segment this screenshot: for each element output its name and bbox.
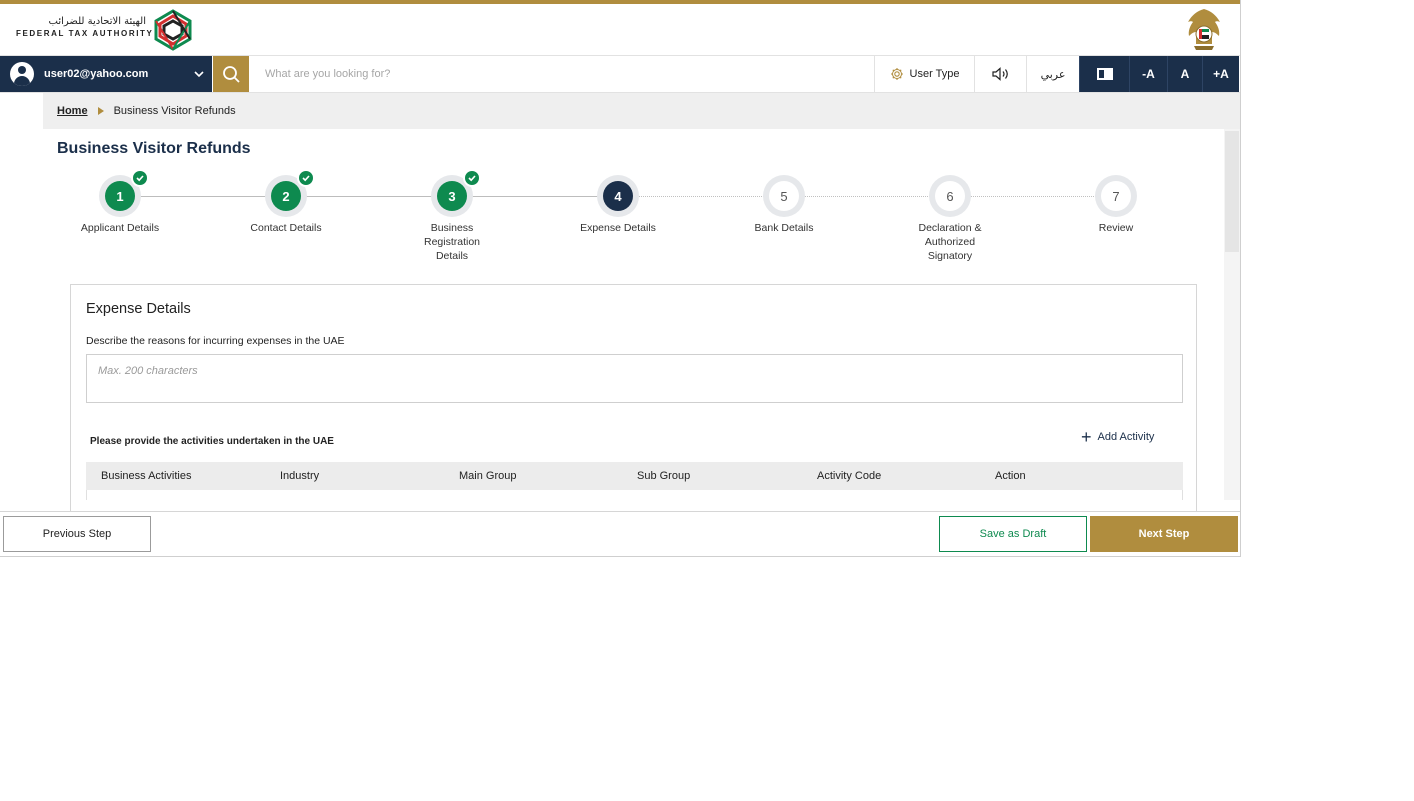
font-normal-button[interactable]: A xyxy=(1167,56,1202,92)
column-header: Action xyxy=(995,470,1026,482)
contrast-icon xyxy=(1096,68,1113,80)
check-icon xyxy=(297,169,315,187)
step-circle-ring: 4 xyxy=(597,175,639,217)
font-increase-button[interactable]: +A xyxy=(1202,56,1239,92)
column-header: Sub Group xyxy=(637,470,691,482)
step-business-registration-details[interactable]: 3 Business Registration Details xyxy=(382,169,522,263)
activities-table-body xyxy=(86,490,1183,500)
reason-label: Describe the reasons for incurring expen… xyxy=(86,335,345,347)
search-button[interactable] xyxy=(213,56,249,92)
step-circle-ring: 7 xyxy=(1095,175,1137,217)
logo-arabic-text: الهيئة الاتحادية للضرائب xyxy=(48,16,146,27)
step-connector-pending xyxy=(618,196,1116,197)
check-icon xyxy=(463,169,481,187)
section-title: Expense Details xyxy=(86,301,191,317)
step-number: 6 xyxy=(935,181,965,211)
next-step-button[interactable]: Next Step xyxy=(1090,516,1238,552)
step-circle-ring: 1 xyxy=(99,169,149,217)
step-bank-details[interactable]: 5 Bank Details xyxy=(714,175,854,235)
step-expense-details[interactable]: 4 Expense Details xyxy=(548,175,688,235)
column-header: Activity Code xyxy=(817,470,882,482)
font-decrease-button[interactable]: -A xyxy=(1129,56,1167,92)
fta-logo-icon[interactable] xyxy=(150,7,196,53)
add-activity-label: Add Activity xyxy=(1097,431,1155,443)
uae-emblem-icon xyxy=(1188,9,1220,50)
search-input[interactable] xyxy=(250,56,874,92)
step-declaration-authorized-signatory[interactable]: 6 Declaration & Authorized Signatory xyxy=(880,175,1020,263)
step-label: Expense Details xyxy=(580,222,656,234)
form-footer: Previous Step Save as Draft Next Step xyxy=(0,511,1240,556)
app-window: الهيئة الاتحادية للضرائب FEDERAL TAX AUT… xyxy=(0,0,1241,557)
progress-stepper: 1 Applicant Details 2 Contact Details 3 … xyxy=(0,169,1220,270)
step-number: 4 xyxy=(603,181,633,211)
user-type-label: User Type xyxy=(909,68,960,80)
step-circle-ring: 2 xyxy=(265,169,315,217)
step-label: Review xyxy=(1098,222,1134,234)
language-toggle[interactable]: عربي xyxy=(1026,56,1079,92)
step-number: 3 xyxy=(437,181,467,211)
search-icon xyxy=(223,66,240,83)
page-title: Business Visitor Refunds xyxy=(57,140,251,157)
breadcrumb-arrow-icon xyxy=(97,107,104,115)
user-type-button[interactable]: User Type xyxy=(874,56,974,92)
user-email: user02@yahoo.com xyxy=(44,68,149,80)
add-activity-button[interactable]: + Add Activity xyxy=(1081,427,1155,447)
step-label: Applicant Details xyxy=(80,222,160,234)
user-avatar-icon xyxy=(10,62,34,86)
step-label: Bank Details xyxy=(754,222,814,234)
step-number: 1 xyxy=(105,181,135,211)
previous-step-button[interactable]: Previous Step xyxy=(3,516,151,552)
step-label: Contact Details xyxy=(250,222,322,234)
breadcrumb-home-link[interactable]: Home xyxy=(57,105,88,117)
step-circle-ring: 3 xyxy=(431,169,481,217)
step-contact-details[interactable]: 2 Contact Details xyxy=(216,169,356,235)
user-menu[interactable]: user02@yahoo.com xyxy=(0,56,212,92)
step-applicant-details[interactable]: 1 Applicant Details xyxy=(50,169,190,235)
breadcrumb: Home Business Visitor Refunds xyxy=(43,93,1240,129)
contrast-toggle[interactable] xyxy=(1079,56,1129,92)
step-circle-ring: 5 xyxy=(763,175,805,217)
column-header: Business Activities xyxy=(101,470,192,482)
column-header: Industry xyxy=(280,470,320,482)
logo-english-text: FEDERAL TAX AUTHORITY xyxy=(16,29,154,38)
step-number: 5 xyxy=(769,181,799,211)
activities-label: Please provide the activities undertaken… xyxy=(90,436,334,447)
speaker-icon xyxy=(991,67,1008,81)
reason-textarea[interactable] xyxy=(86,354,1183,403)
step-review[interactable]: 7 Review xyxy=(1046,175,1186,235)
check-icon xyxy=(131,169,149,187)
breadcrumb-current: Business Visitor Refunds xyxy=(113,105,236,117)
step-label: Declaration & Authorized Signatory xyxy=(918,222,982,262)
save-draft-button[interactable]: Save as Draft xyxy=(939,516,1087,552)
chevron-down-icon[interactable] xyxy=(194,69,204,79)
activities-table-header: Business Activities Industry Main Group … xyxy=(86,462,1183,490)
top-toolbar: user02@yahoo.com User Type xyxy=(0,56,1240,93)
column-header: Main Group xyxy=(459,470,517,482)
fta-logo-text[interactable]: الهيئة الاتحادية للضرائب FEDERAL TAX AUT… xyxy=(16,16,153,38)
step-label: Business Registration Details xyxy=(423,222,481,262)
plus-icon: + xyxy=(1081,427,1092,447)
site-header: الهيئة الاتحادية للضرائب FEDERAL TAX AUT… xyxy=(0,4,1240,56)
expense-details-card: Expense Details Describe the reasons for… xyxy=(70,284,1197,514)
step-circle-ring: 6 xyxy=(929,175,971,217)
scrollbar-thumb[interactable] xyxy=(1225,131,1239,252)
gear-icon xyxy=(890,68,903,80)
step-number: 2 xyxy=(271,181,301,211)
screen-reader-button[interactable] xyxy=(974,56,1026,92)
step-number: 7 xyxy=(1101,181,1131,211)
